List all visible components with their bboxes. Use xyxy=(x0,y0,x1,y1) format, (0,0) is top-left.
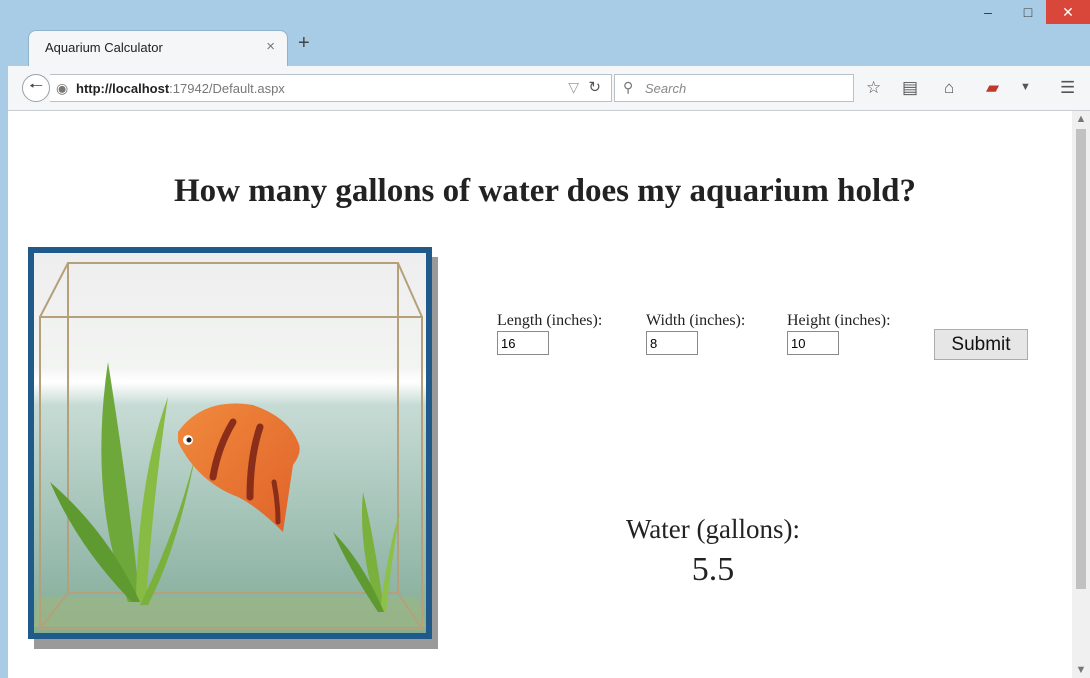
submit-button[interactable]: Submit xyxy=(934,329,1028,360)
search-input[interactable]: ⚲ Search xyxy=(614,74,854,102)
tab-title: Aquarium Calculator xyxy=(45,40,163,55)
tab-close-icon[interactable]: × xyxy=(266,38,275,55)
vertical-scrollbar[interactable]: ▲ ▼ xyxy=(1072,111,1090,678)
aquarium-image xyxy=(28,247,438,649)
close-icon[interactable]: ✕ xyxy=(1046,0,1090,24)
result-value: 5.5 xyxy=(691,551,735,588)
reading-list-icon[interactable]: ▤ xyxy=(902,78,918,98)
height-input[interactable] xyxy=(787,331,839,355)
search-icon: ⚲ xyxy=(623,79,634,95)
minimize-icon[interactable]: – xyxy=(968,0,1008,24)
width-input[interactable] xyxy=(646,331,698,355)
maximize-icon[interactable]: □ xyxy=(1010,0,1046,24)
navigation-bar: 🠐 ◉ http://localhost:17942/Default.aspx … xyxy=(8,66,1090,111)
url-text: http://localhost:17942/Default.aspx xyxy=(76,81,285,96)
scrollbar-thumb[interactable] xyxy=(1076,129,1086,589)
page-title: How many gallons of water does my aquari… xyxy=(174,173,916,209)
scroll-down-icon[interactable]: ▼ xyxy=(1072,664,1090,676)
height-field-group: Height (inches): xyxy=(787,312,891,355)
home-icon[interactable]: ⌂ xyxy=(944,78,954,98)
width-label: Width (inches): xyxy=(646,312,746,329)
globe-icon: ◉ xyxy=(56,80,69,96)
length-input[interactable] xyxy=(497,331,549,355)
tab-aquarium-calculator[interactable]: Aquarium Calculator × xyxy=(28,30,288,67)
menu-icon[interactable]: ☰ xyxy=(1060,78,1075,98)
aquarium-sand xyxy=(34,597,426,627)
dropdown-icon[interactable]: ▽ xyxy=(568,79,579,96)
url-bar[interactable]: ◉ http://localhost:17942/Default.aspx ▽ … xyxy=(50,74,612,102)
search-placeholder: Search xyxy=(645,81,687,96)
star-icon[interactable]: ☆ xyxy=(866,78,881,98)
reload-icon[interactable]: ↻ xyxy=(588,78,601,96)
new-tab-button[interactable]: + xyxy=(298,32,310,55)
width-field-group: Width (inches): xyxy=(646,312,745,355)
title-bar: – □ ✕ Aquarium Calculator × + xyxy=(0,0,1090,67)
result-label: Water (gallons): xyxy=(625,514,800,544)
height-label: Height (inches): xyxy=(787,312,891,329)
chevron-down-icon[interactable]: ▼ xyxy=(1020,81,1031,93)
length-label: Length (inches): xyxy=(497,312,603,329)
scroll-up-icon[interactable]: ▲ xyxy=(1072,113,1090,125)
pdf-icon[interactable]: ▰ xyxy=(986,78,999,98)
page-content: How many gallons of water does my aquari… xyxy=(8,111,1072,678)
back-arrow-icon[interactable]: 🠐 xyxy=(22,74,50,102)
length-field-group: Length (inches): xyxy=(497,312,602,355)
